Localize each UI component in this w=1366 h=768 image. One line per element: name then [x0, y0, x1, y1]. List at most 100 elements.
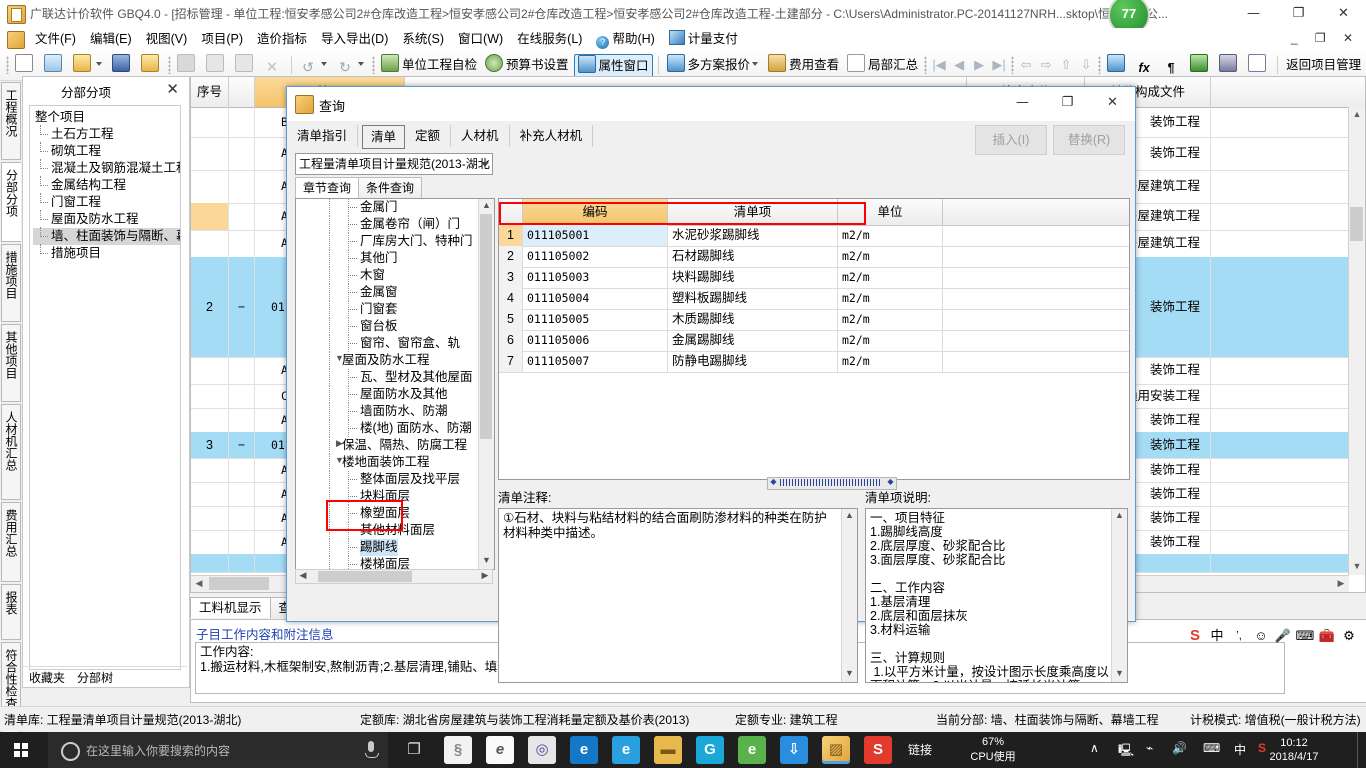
- dtree-node[interactable]: 窗帘、窗帘盒、轨: [296, 335, 478, 352]
- tray-keyboard-icon[interactable]: ⌨: [1203, 741, 1220, 755]
- description-scrollbar[interactable]: ▲ ▼: [1111, 509, 1127, 682]
- start-button[interactable]: [0, 732, 48, 768]
- toolbar-grip-2[interactable]: [168, 56, 171, 74]
- scroll-right-icon[interactable]: ▶: [478, 570, 492, 583]
- dtree-node[interactable]: 楼(地) 面防水、防潮: [296, 420, 478, 437]
- sidebar-tab-measures[interactable]: 措施项目: [1, 244, 21, 322]
- first-record-button[interactable]: |◀: [929, 54, 949, 76]
- grid-col-category[interactable]: [229, 77, 255, 107]
- dtree-node[interactable]: 金属门: [296, 199, 478, 216]
- splitter-left-icon[interactable]: ◆: [768, 478, 779, 487]
- scroll-down-icon[interactable]: ▼: [1112, 667, 1127, 682]
- sogou-taskbar-icon[interactable]: S: [864, 736, 892, 764]
- menu-item-import-export[interactable]: 导入导出(D): [314, 28, 395, 50]
- tree-vscroll-thumb[interactable]: [480, 214, 492, 439]
- dialog-maximize-button[interactable]: ❐: [1045, 87, 1090, 119]
- tree-node-masonry[interactable]: 砌筑工程: [33, 142, 180, 160]
- replace-button[interactable]: 替换(R): [1053, 125, 1125, 155]
- tree-node-measures[interactable]: 措施项目: [33, 244, 180, 262]
- list-grid-row[interactable]: 2 011105002 石材踢脚线 m2/m: [499, 246, 1129, 268]
- ime-mic-icon[interactable]: 🎤: [1272, 624, 1294, 648]
- tree-root-node[interactable]: 整个项目: [33, 109, 180, 126]
- list-annotation-box[interactable]: ①石材、块料与粘结材料的结合面刷防渗材料的种类在防护材料种类中描述。 ▲ ▼: [498, 508, 858, 683]
- footer-favorites[interactable]: 收藏夹: [23, 667, 71, 688]
- scroll-down-icon[interactable]: ▼: [479, 554, 494, 569]
- ime-toolbar[interactable]: S 中 ʼ, ☺ 🎤 ⌨ 🧰 ⚙: [1184, 624, 1360, 650]
- row-expander[interactable]: −: [229, 257, 255, 357]
- gbq-green-icon[interactable]: G: [696, 736, 724, 764]
- dialog-tab-list-guide[interactable]: 清单指引: [287, 125, 359, 147]
- dtree-node[interactable]: 窗台板: [296, 318, 478, 335]
- dtree-node[interactable]: 屋面防水及其他: [296, 386, 478, 403]
- dtree-node[interactable]: ▼ 屋面及防水工程: [296, 352, 478, 369]
- tab-materials-display[interactable]: 工料机显示: [190, 597, 271, 618]
- scroll-up-icon[interactable]: ▲: [1349, 107, 1365, 123]
- tree-hscroll-thumb[interactable]: [318, 571, 412, 582]
- toolbar-grip-4[interactable]: [924, 56, 928, 74]
- cut-button[interactable]: [174, 54, 201, 76]
- splitter-right-icon[interactable]: ◆: [885, 478, 896, 487]
- taskbar-clock[interactable]: 10:12 2018/4/17: [1264, 736, 1324, 764]
- dtree-node[interactable]: 橡塑面层: [296, 505, 478, 522]
- chrome-beta-icon[interactable]: ◎: [528, 736, 556, 764]
- menu-item-online-service[interactable]: 在线服务(L): [510, 28, 589, 50]
- redo-dropdown-icon[interactable]: [358, 62, 364, 66]
- list-grid-row[interactable]: 7 011105007 防静电踢脚线 m2/m: [499, 351, 1129, 373]
- new-project-button[interactable]: [41, 54, 68, 76]
- subitem-tree-body[interactable]: 整个项目 土石方工程 砌筑工程 混凝土及钢筋混凝土工程 金属结构工程 门窗工程 …: [29, 105, 181, 670]
- menu-item-system[interactable]: 系统(S): [395, 28, 451, 50]
- ime-keyboard-icon[interactable]: ⌨: [1294, 624, 1316, 648]
- row-expander[interactable]: −: [229, 432, 255, 458]
- dtree-node[interactable]: 楼梯面层: [296, 556, 478, 569]
- open-dropdown-icon[interactable]: [96, 62, 102, 66]
- dialog-tab-list[interactable]: 清单: [362, 125, 406, 149]
- report-button[interactable]: [1216, 54, 1243, 76]
- next-record-button[interactable]: ▶: [969, 54, 989, 76]
- microphone-icon[interactable]: [365, 741, 379, 758]
- dialog-tab-resources[interactable]: 人材机: [451, 125, 510, 147]
- list-items-grid[interactable]: 编码 清单项 单位 1 011105001 水泥砂浆踢脚线 m2/m 2 011…: [498, 198, 1130, 480]
- dtree-node[interactable]: 整体面层及找平层: [296, 471, 478, 488]
- list-grid-row[interactable]: 1 011105001 水泥砂浆踢脚线 m2/m: [499, 225, 1129, 247]
- multi-scheme-button[interactable]: 多方案报价: [664, 54, 764, 76]
- toolbar-grip-5[interactable]: [1011, 56, 1015, 74]
- dtree-node[interactable]: 其他材料面层: [296, 522, 478, 539]
- show-desktop-button[interactable]: [1357, 732, 1366, 768]
- tray-expand-icon[interactable]: ∧: [1090, 741, 1099, 755]
- dtree-node[interactable]: 厂库房大门、特种门: [296, 233, 478, 250]
- menu-item-edit[interactable]: 编辑(E): [83, 28, 139, 50]
- ime-settings-icon[interactable]: ⚙: [1338, 624, 1360, 648]
- dialog-minimize-button[interactable]: —: [1000, 87, 1045, 119]
- dtree-node-skirting[interactable]: 踢脚线: [296, 539, 478, 556]
- dtree-node[interactable]: 墙面防水、防潮: [296, 403, 478, 420]
- save-as-button[interactable]: [138, 54, 165, 76]
- copy-button[interactable]: [203, 54, 230, 76]
- tree-node-roof-waterproof[interactable]: 屋面及防水工程: [33, 210, 180, 228]
- menu-item-view[interactable]: 视图(V): [139, 28, 195, 50]
- new-file-button[interactable]: [12, 54, 39, 76]
- gbq-icon[interactable]: ▨: [822, 736, 850, 764]
- dialog-tab-supplement-resources[interactable]: 补充人材机: [510, 125, 594, 147]
- dtree-node[interactable]: 瓦、型材及其他屋面: [296, 369, 478, 386]
- dtree-node[interactable]: 其他门: [296, 250, 478, 267]
- cpu-usage-indicator[interactable]: 67% CPU使用: [962, 735, 1024, 765]
- list-grid-col-name[interactable]: 清单项: [668, 199, 838, 225]
- dtree-node[interactable]: 门窗套: [296, 301, 478, 318]
- tree-horizontal-scrollbar[interactable]: ◀ ▶: [295, 569, 493, 584]
- dialog-tab-quota[interactable]: 定额: [405, 125, 452, 147]
- scroll-up-icon[interactable]: ▲: [1112, 509, 1127, 524]
- tree-node-doors-windows[interactable]: 门窗工程: [33, 193, 180, 211]
- dtree-node[interactable]: 块料面层: [296, 488, 478, 505]
- redo-button[interactable]: ↻: [334, 54, 369, 76]
- menu-item-help[interactable]: ? 帮助(H): [589, 28, 661, 50]
- last-record-button[interactable]: ▶|: [989, 54, 1009, 76]
- paragraph-button[interactable]: ¶: [1160, 54, 1185, 76]
- multi-scheme-dropdown-icon[interactable]: [752, 62, 759, 66]
- annotation-scrollbar[interactable]: ▲ ▼: [841, 509, 857, 682]
- list-grid-row[interactable]: 5 011105005 木质踢脚线 m2/m: [499, 309, 1129, 331]
- dtree-node[interactable]: 金属卷帘（闸）门: [296, 216, 478, 233]
- formula-button[interactable]: fx: [1133, 54, 1158, 76]
- standard-select[interactable]: 工程量清单项目计量规范(2013-湖北: [295, 153, 493, 175]
- footer-section-tree[interactable]: 分部树: [71, 667, 119, 688]
- tree-node-wall-column[interactable]: 墙、柱面装饰与隔断、幕: [33, 227, 180, 245]
